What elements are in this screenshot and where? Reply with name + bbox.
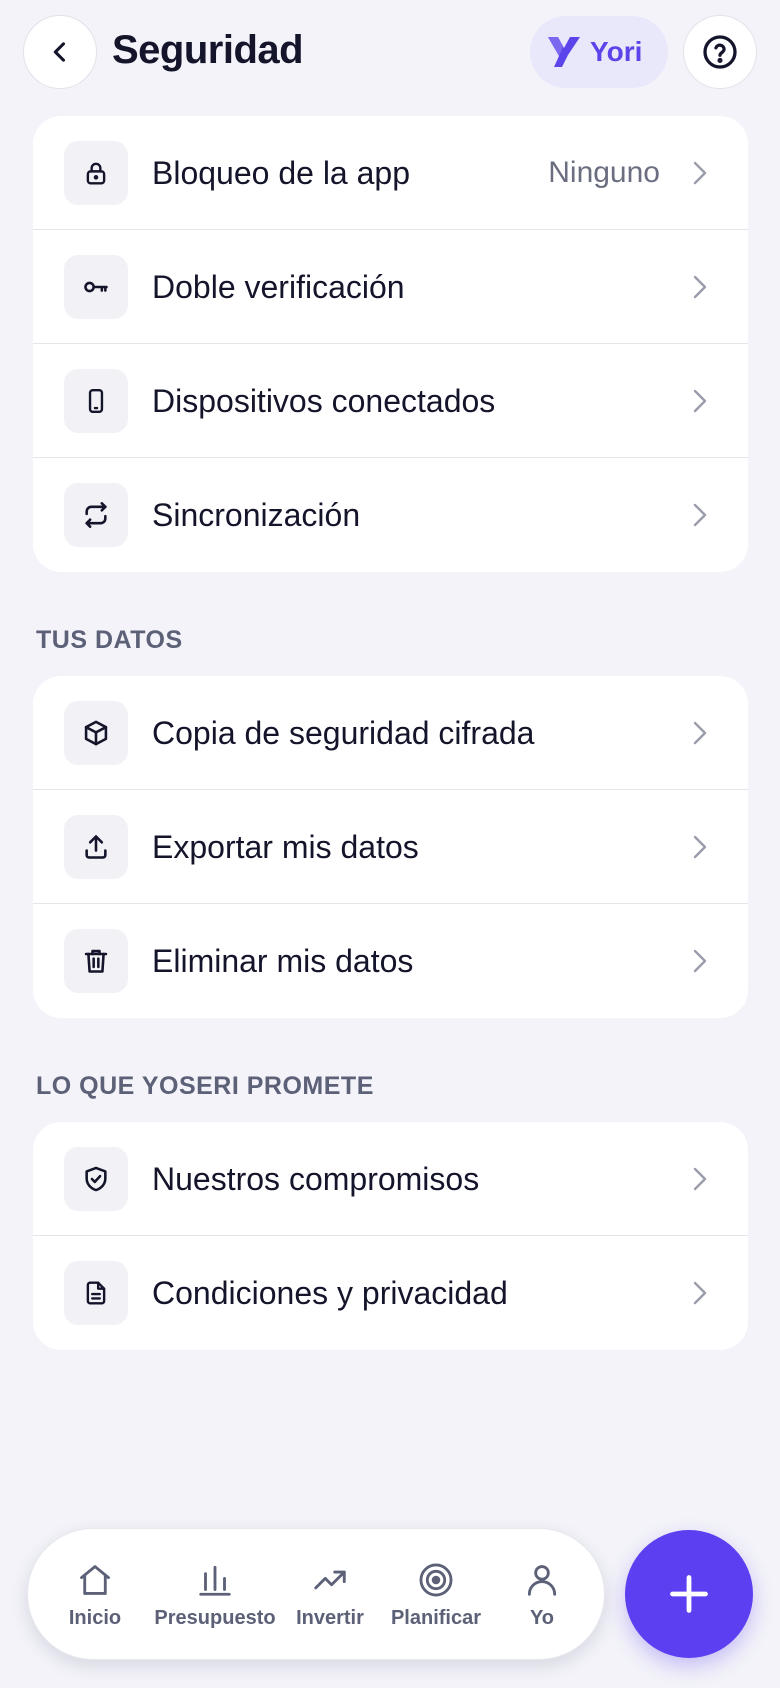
lock-icon-box	[64, 141, 128, 205]
chevron-right-icon	[690, 384, 710, 418]
row-label: Dispositivos conectados	[152, 383, 496, 419]
target-icon	[419, 1563, 453, 1596]
document-icon-box	[64, 1261, 128, 1325]
help-icon	[703, 35, 737, 69]
nav-label: Invertir	[296, 1606, 364, 1629]
promise-card: Nuestros compromisos Condiciones y priva…	[33, 1122, 748, 1350]
document-icon	[86, 1281, 106, 1305]
row-label: Exportar mis datos	[152, 829, 419, 865]
trend-up-icon	[314, 1570, 346, 1589]
user-icon	[527, 1564, 557, 1596]
row-two-factor[interactable]: Doble verificación	[33, 230, 748, 344]
nav-item-planificar[interactable]: Planificar	[380, 1529, 492, 1661]
nav-label: Planificar	[390, 1606, 482, 1629]
chevron-left-icon	[53, 42, 66, 62]
row-sync[interactable]: Sincronización	[33, 458, 748, 572]
help-button[interactable]	[683, 15, 757, 89]
nav-item-yo[interactable]: Yo	[492, 1529, 592, 1661]
row-terms-privacy[interactable]: Condiciones y privacidad	[33, 1236, 748, 1350]
back-button[interactable]	[23, 15, 97, 89]
add-button[interactable]	[625, 1530, 753, 1658]
chevron-right-icon	[690, 830, 710, 864]
nav-label: Yo	[529, 1606, 555, 1629]
upload-icon-box	[64, 815, 128, 879]
plus-icon	[670, 1575, 708, 1613]
lock-icon	[86, 162, 106, 185]
row-app-lock[interactable]: Bloqueo de la app Ninguno	[33, 116, 748, 230]
trash-icon	[84, 949, 108, 973]
row-commitments[interactable]: Nuestros compromisos	[33, 1122, 748, 1236]
trash-icon-box	[64, 929, 128, 993]
section-title-promise: LO QUE YOSERI PROMETE	[36, 1072, 374, 1100]
row-label: Sincronización	[152, 497, 361, 533]
upload-icon	[85, 835, 107, 859]
chevron-right-icon	[690, 1162, 710, 1196]
key-icon-box	[64, 255, 128, 319]
shield-check-icon	[85, 1166, 107, 1192]
row-label: Copia de seguridad cifrada	[152, 715, 535, 751]
section-title-data: TUS DATOS	[36, 626, 183, 654]
home-icon	[80, 1564, 110, 1595]
row-connected-devices[interactable]: Dispositivos conectados	[33, 344, 748, 458]
key-icon	[84, 281, 108, 293]
box-icon-box	[64, 701, 128, 765]
header: Seguridad Yori	[0, 0, 780, 104]
data-card: Copia de seguridad cifrada Exportar mis …	[33, 676, 748, 1018]
row-value: Ninguno	[548, 156, 660, 189]
row-label: Bloqueo de la app	[152, 155, 410, 191]
chevron-right-icon	[690, 716, 710, 750]
row-label: Eliminar mis datos	[152, 943, 414, 979]
row-delete-data[interactable]: Eliminar mis datos	[33, 904, 748, 1018]
chevron-right-icon	[690, 1276, 710, 1310]
yori-logo-icon	[548, 37, 580, 67]
bar-chart-icon	[199, 1565, 231, 1596]
nav-label: Inicio	[68, 1606, 122, 1629]
sync-icon-box	[64, 483, 128, 547]
chevron-right-icon	[690, 270, 710, 304]
row-label: Nuestros compromisos	[152, 1161, 480, 1197]
row-label: Condiciones y privacidad	[152, 1275, 508, 1311]
package-icon	[84, 720, 108, 746]
chevron-right-icon	[690, 944, 710, 978]
smartphone-icon	[88, 388, 104, 414]
security-card: Bloqueo de la app Ninguno Doble verifica…	[33, 116, 748, 572]
bottom-nav: Inicio Presupuesto Invertir Planificar Y…	[27, 1528, 605, 1660]
page-title: Seguridad	[112, 28, 304, 72]
chevron-right-icon	[690, 156, 710, 190]
nav-item-inicio[interactable]: Inicio	[40, 1529, 150, 1661]
nav-label: Presupuesto	[154, 1606, 276, 1629]
row-encrypted-backup[interactable]: Copia de seguridad cifrada	[33, 676, 748, 790]
chevron-right-icon	[690, 498, 710, 532]
shield-icon-box	[64, 1147, 128, 1211]
row-label: Doble verificación	[152, 269, 405, 305]
yori-assistant-button[interactable]: Yori	[530, 16, 668, 88]
sync-icon	[85, 502, 107, 528]
nav-item-invertir[interactable]: Invertir	[280, 1529, 380, 1661]
nav-item-presupuesto[interactable]: Presupuesto	[150, 1529, 280, 1661]
row-export-data[interactable]: Exportar mis datos	[33, 790, 748, 904]
yori-label: Yori	[590, 36, 643, 67]
phone-icon-box	[64, 369, 128, 433]
